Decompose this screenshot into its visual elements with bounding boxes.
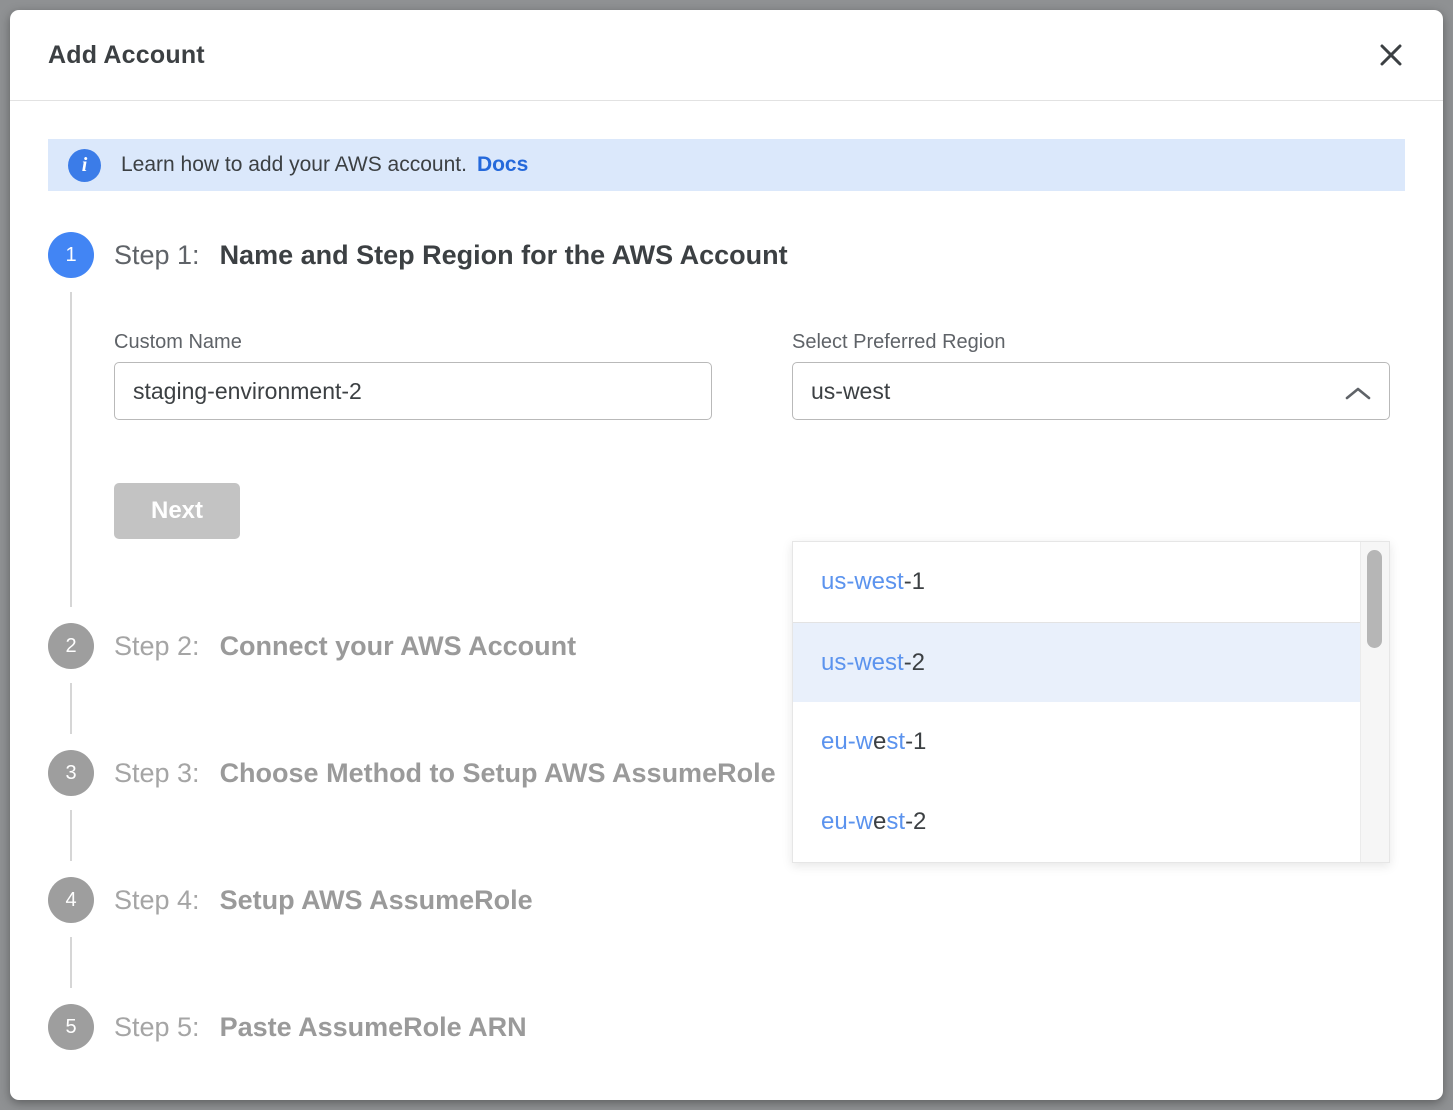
step-5: 5 Step 5: Paste AssumeRole ARN [48,1004,1405,1098]
info-icon: i [68,149,101,182]
step-5-heading: Step 5: Paste AssumeRole ARN [114,1004,1405,1050]
region-option[interactable]: eu-west-2 [793,782,1389,862]
step-connector [70,292,72,607]
modal-header: Add Account [10,10,1443,100]
step-5-circle: 5 [48,1004,94,1050]
modal-title: Add Account [48,41,205,70]
step-2-circle: 2 [48,623,94,669]
region-dropdown: us-west-1 us-west-2 eu-west-1 eu-west-2 [792,541,1390,863]
region-dropdown-list: us-west-1 us-west-2 eu-west-1 eu-west-2 [793,542,1389,862]
region-option[interactable]: us-west-2 [793,622,1389,702]
add-account-modal: Add Account i Learn how to add your AWS … [10,10,1443,1100]
custom-name-label: Custom Name [114,331,712,354]
step-5-label: Step 5: [114,1004,200,1050]
step-3-label: Step 3: [114,750,200,796]
region-label: Select Preferred Region [792,331,1390,354]
step-3-circle: 3 [48,750,94,796]
step-5-title: Paste AssumeRole ARN [220,1004,527,1050]
step-1: 1 Step 1: Name and Step Region for the A… [48,232,1405,623]
step-connector [70,937,72,988]
step-4-heading: Step 4: Setup AWS AssumeRole [114,877,1405,923]
step-3-title: Choose Method to Setup AWS AssumeRole [220,750,776,796]
dropdown-scrollbar-thumb[interactable] [1367,550,1382,648]
step-4-circle: 4 [48,877,94,923]
chevron-up-icon[interactable] [1338,378,1378,408]
custom-name-input[interactable] [114,362,712,420]
step-connector [70,683,72,734]
region-option[interactable]: eu-west-1 [793,702,1389,782]
info-banner: i Learn how to add your AWS account. Doc… [48,139,1405,191]
region-option-text: us-west-2 [821,649,925,677]
step-1-label: Step 1: [114,232,200,278]
step-connector [70,810,72,861]
step-1-title: Name and Step Region for the AWS Account [220,232,788,278]
next-button[interactable]: Next [114,483,240,539]
step-4-label: Step 4: [114,877,200,923]
close-button[interactable] [1371,35,1411,75]
step-4-title: Setup AWS AssumeRole [220,877,533,923]
step-2-title: Connect your AWS Account [220,623,577,669]
close-icon [1378,42,1404,68]
region-option-text: eu-west-1 [821,728,926,756]
docs-link[interactable]: Docs [477,153,528,177]
step-1-heading: Step 1: Name and Step Region for the AWS… [114,232,1405,278]
region-option-text: us-west-1 [821,568,925,596]
region-combobox-input[interactable] [792,362,1390,420]
banner-message: Learn how to add your AWS account. [121,153,467,177]
step-4: 4 Step 4: Setup AWS AssumeRole [48,877,1405,1004]
dropdown-scrollbar-track[interactable] [1360,542,1389,862]
region-option-text: eu-west-2 [821,808,926,836]
step-1-circle: 1 [48,232,94,278]
region-option[interactable]: us-west-1 [793,542,1389,622]
step-2-label: Step 2: [114,623,200,669]
